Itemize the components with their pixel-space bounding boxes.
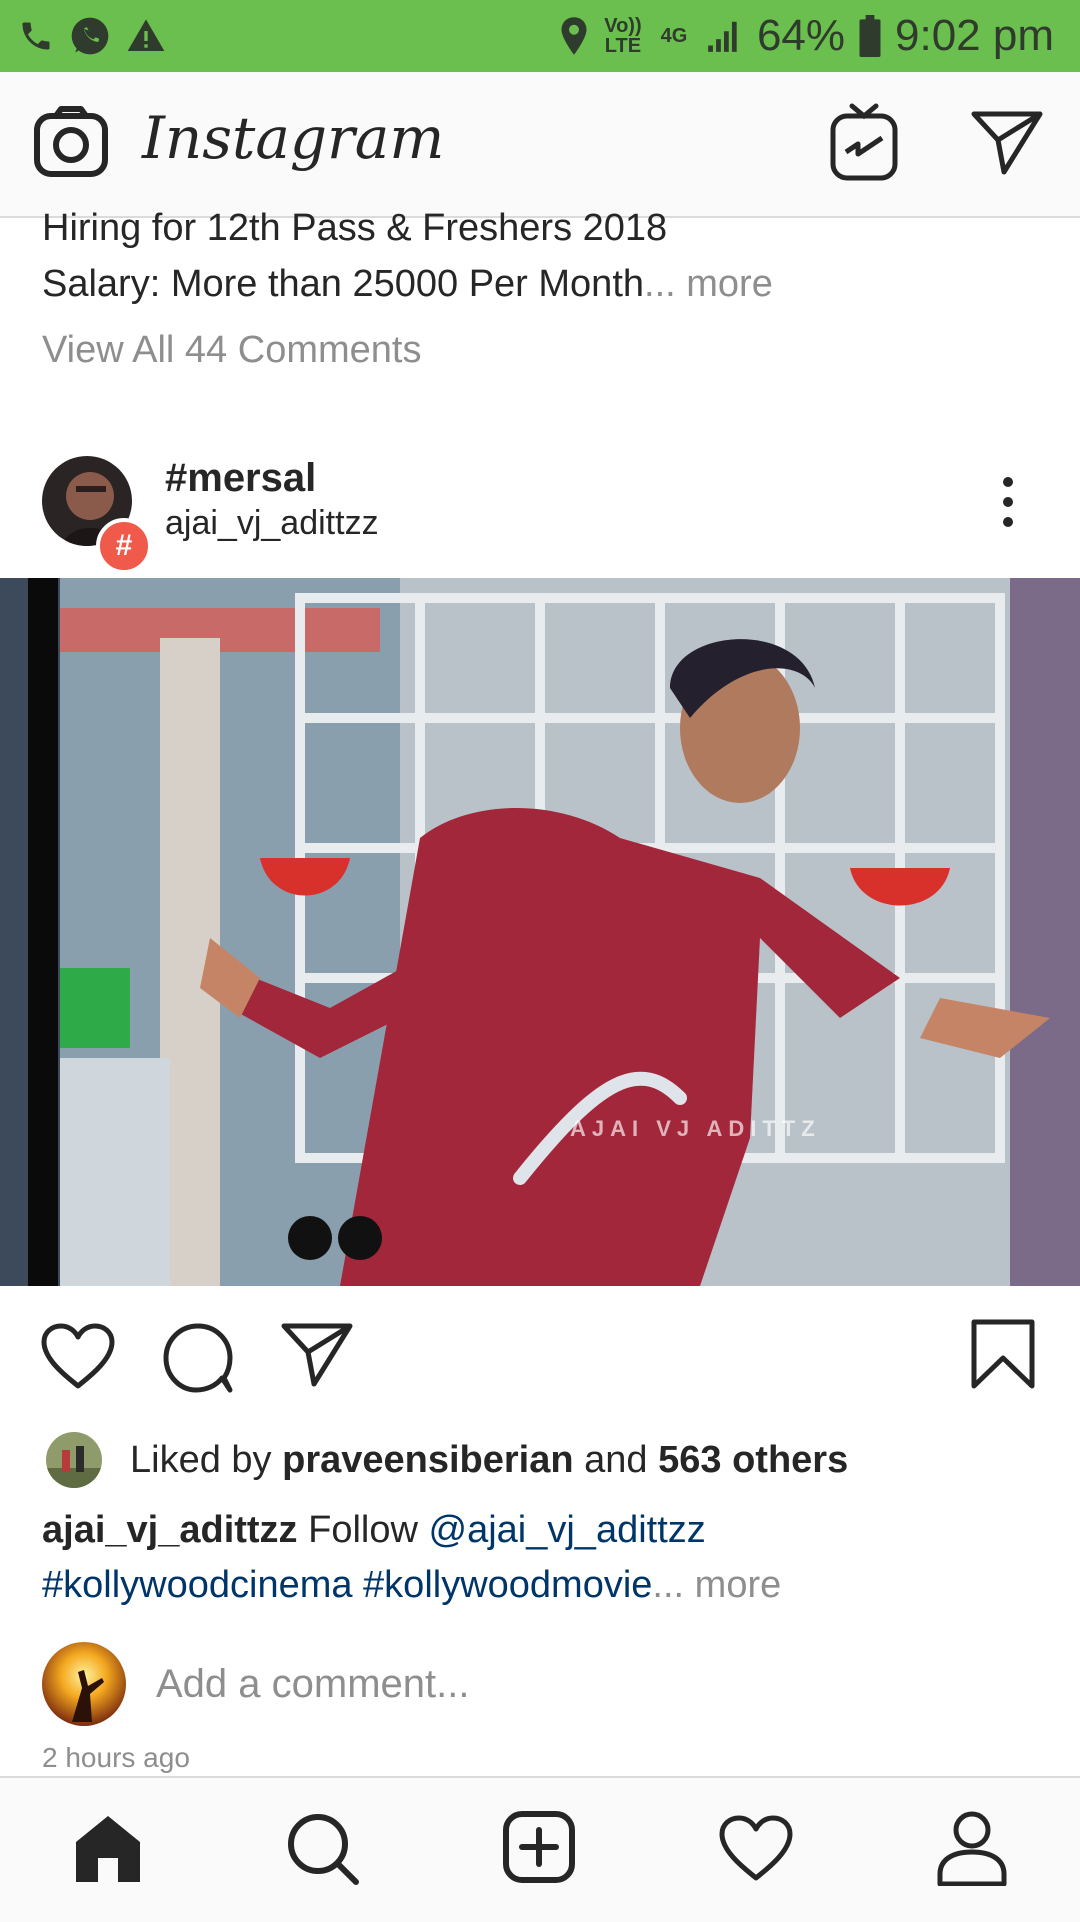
caption-more-link[interactable]: more [695,1564,782,1606]
camera-icon[interactable] [34,106,108,180]
view-all-comments-link[interactable]: View All 44 Comments [42,328,421,372]
home-icon[interactable] [72,1812,144,1882]
likes-prefix: Liked by [130,1439,272,1481]
my-avatar [42,1642,126,1726]
post-hashtag-title[interactable]: #mersal [165,456,316,501]
liked-by-user-link[interactable]: praveensiberian [282,1439,573,1481]
caption-mention-link[interactable]: @ajai_vj_adittzz [429,1509,706,1551]
image-watermark: AJAI VJ ADITTZ [570,1116,821,1141]
likes-and: and [584,1439,648,1481]
add-post-icon[interactable] [502,1810,576,1884]
search-icon[interactable] [286,1812,360,1886]
share-icon[interactable] [280,1322,354,1388]
signal-icon [708,21,737,52]
post-username[interactable]: ajai_vj_adittzz [165,504,379,543]
status-left-icons [18,12,166,60]
profile-icon[interactable] [936,1810,1008,1886]
network-type: 4G [660,25,688,47]
prev-caption-line1: Hiring for 12th Pass & Freshers 2018 [42,207,668,249]
phone-icon [22,22,50,50]
activity-icon[interactable] [718,1814,794,1882]
whatsapp-icon [71,17,109,55]
prev-caption-line2: Salary: More than 25000 Per Month... mor… [42,262,773,306]
more-options-icon[interactable] [996,476,1020,528]
caption-ellipsis: ... [652,1564,685,1606]
save-bookmark-icon[interactable] [970,1318,1036,1390]
caption-line2: #kollywoodcinema #kollywoodmovie... more [42,1563,781,1607]
likes-line: Liked by praveensiberian and 563 others [130,1438,848,1482]
clock: 9:02 pm [895,11,1054,60]
liker-avatar[interactable] [46,1432,102,1488]
like-heart-icon[interactable] [40,1322,116,1390]
battery-percent: 64% [756,11,846,60]
status-bar: Vo)) LTE 4G 64% 9:02 pm [0,0,1080,72]
comment-icon[interactable] [162,1322,234,1394]
volte-indicator: Vo)) LTE [604,15,642,57]
caption-line1: ajai_vj_adittzz Follow @ajai_vj_adittzz [42,1508,706,1552]
instagram-logo: Instagram [142,104,445,172]
location-icon [561,17,587,55]
caption-hashtags[interactable]: #kollywoodcinema #kollywoodmovie [42,1564,652,1606]
warning-icon [127,19,165,51]
caption-text: Follow [308,1509,418,1551]
likes-others-link[interactable]: 563 others [658,1439,848,1481]
prev-caption-text: Salary: More than 25000 Per Month [42,263,645,305]
prev-caption-more-link[interactable]: more [686,263,773,305]
post-timestamp: 2 hours ago [42,1742,190,1773]
direct-message-icon[interactable] [970,110,1044,176]
status-right: Vo)) LTE 4G 64% 9:02 pm [559,0,1054,72]
post-image[interactable]: AJAI VJ ADITTZ [0,578,1080,1286]
add-comment-input[interactable]: Add a comment... [156,1662,469,1707]
hashtag-badge: # [96,518,152,574]
caption-username-link[interactable]: ajai_vj_adittzz [42,1509,298,1551]
prev-caption-ellipsis: ... [644,263,676,305]
igtv-icon[interactable] [830,102,898,182]
battery-icon [859,15,881,57]
